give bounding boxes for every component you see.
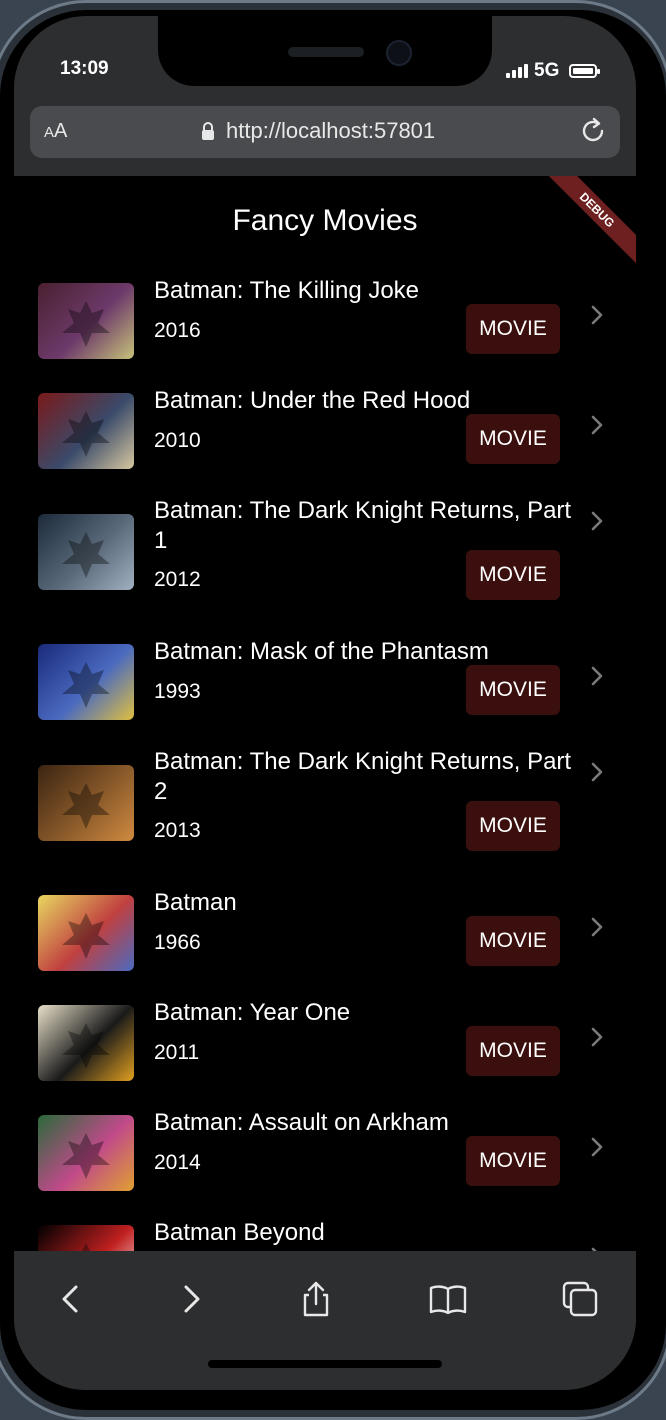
lock-icon [202, 122, 214, 140]
movie-poster [38, 895, 134, 971]
url-display[interactable]: http://localhost:57801 [200, 118, 435, 144]
bookmarks-icon[interactable] [428, 1279, 468, 1319]
movie-year: 1966 [154, 931, 201, 954]
movie-list-item[interactable]: Batman: Mask of the Phantasm 1993 MOVIE [14, 629, 636, 739]
chevron-right-icon [591, 762, 603, 782]
reload-icon[interactable] [578, 116, 608, 146]
movie-list-item[interactable]: Batman: Under the Red Hood 2010 MOVIE [14, 378, 636, 488]
movie-title: Batman: The Dark Knight Returns, Part 1 [154, 497, 572, 554]
chevron-right-icon [591, 305, 603, 325]
movie-poster [38, 283, 134, 359]
movie-type-badge: MOVIE [466, 304, 560, 354]
battery-icon [569, 64, 601, 78]
movie-list-item[interactable]: Batman: The Dark Knight Returns, Part 2 2… [14, 739, 636, 880]
tabs-icon[interactable] [560, 1279, 600, 1319]
text-size-button[interactable]: AA [44, 120, 67, 143]
network-label: 5G [534, 60, 560, 81]
chevron-right-icon [591, 1137, 603, 1157]
movie-list-item[interactable]: Batman Beyond [14, 1210, 636, 1251]
movie-title: Batman: Assault on Arkham [154, 1109, 449, 1136]
movie-type-badge: MOVIE [466, 665, 560, 715]
url-text: http://localhost:57801 [226, 118, 436, 143]
movie-year: 2011 [154, 1041, 200, 1064]
share-icon[interactable] [296, 1279, 336, 1319]
movie-type-badge: MOVIE [466, 1026, 560, 1076]
back-icon[interactable] [52, 1279, 92, 1319]
chevron-right-icon [591, 511, 603, 531]
movie-list-item[interactable]: Batman: Year One 2011 MOVIE [14, 990, 636, 1100]
movie-title: Batman: The Dark Knight Returns, Part 2 [154, 748, 572, 805]
movie-type-badge: MOVIE [466, 916, 560, 966]
movie-title: Batman: Year One [154, 999, 351, 1026]
movie-title: Batman Beyond [154, 1219, 325, 1246]
home-indicator [208, 1360, 442, 1368]
movie-year: 2012 [154, 568, 201, 591]
movie-poster [38, 1115, 134, 1191]
front-camera [386, 40, 412, 66]
chevron-right-icon [591, 1027, 603, 1047]
chevron-right-icon [591, 917, 603, 937]
signal-icon [506, 64, 528, 78]
movie-title: Batman [154, 889, 237, 916]
movie-year: 2010 [154, 429, 201, 452]
browser-toolbar [14, 1251, 636, 1390]
app-content: DEBUG Fancy Movies Batman: The Killing J… [14, 176, 636, 1251]
movie-year: 2013 [154, 819, 201, 842]
movie-list-item[interactable]: Batman 1966 MOVIE [14, 880, 636, 990]
movie-poster [38, 393, 134, 469]
chevron-right-icon [591, 415, 603, 435]
notch [158, 16, 492, 86]
movie-type-badge: MOVIE [466, 1136, 560, 1186]
speaker-grille [288, 47, 364, 57]
device-screen: 13:09 5G AA http://localhost:57801 DEBUG… [14, 16, 636, 1390]
movie-year: 2014 [154, 1151, 201, 1174]
url-bar[interactable]: AA http://localhost:57801 [30, 106, 620, 158]
movie-title: Batman: The Killing Joke [154, 277, 420, 304]
movie-poster [38, 644, 134, 720]
movie-poster [38, 1005, 134, 1081]
movie-type-badge: MOVIE [466, 550, 560, 600]
movie-poster [38, 765, 134, 841]
movie-list-item[interactable]: Batman: Assault on Arkham 2014 MOVIE [14, 1100, 636, 1210]
movie-poster [38, 514, 134, 590]
movie-list-item[interactable]: Batman: The Killing Joke 2016 MOVIE [14, 268, 636, 378]
movie-year: 2016 [154, 319, 201, 342]
movie-year: 1993 [154, 680, 201, 703]
status-indicators: 5G [506, 60, 601, 82]
forward-icon[interactable] [170, 1279, 210, 1319]
movie-title: Batman: Under the Red Hood [154, 387, 471, 414]
movie-poster [38, 1225, 134, 1251]
movie-type-badge: MOVIE [466, 414, 560, 464]
app-title: Fancy Movies [232, 204, 418, 237]
movie-type-badge: MOVIE [466, 801, 560, 851]
movie-title: Batman: Mask of the Phantasm [154, 638, 489, 665]
status-time: 13:09 [60, 58, 109, 79]
chevron-right-icon [591, 666, 603, 686]
movie-list-item[interactable]: Batman: The Dark Knight Returns, Part 1 2… [14, 488, 636, 629]
